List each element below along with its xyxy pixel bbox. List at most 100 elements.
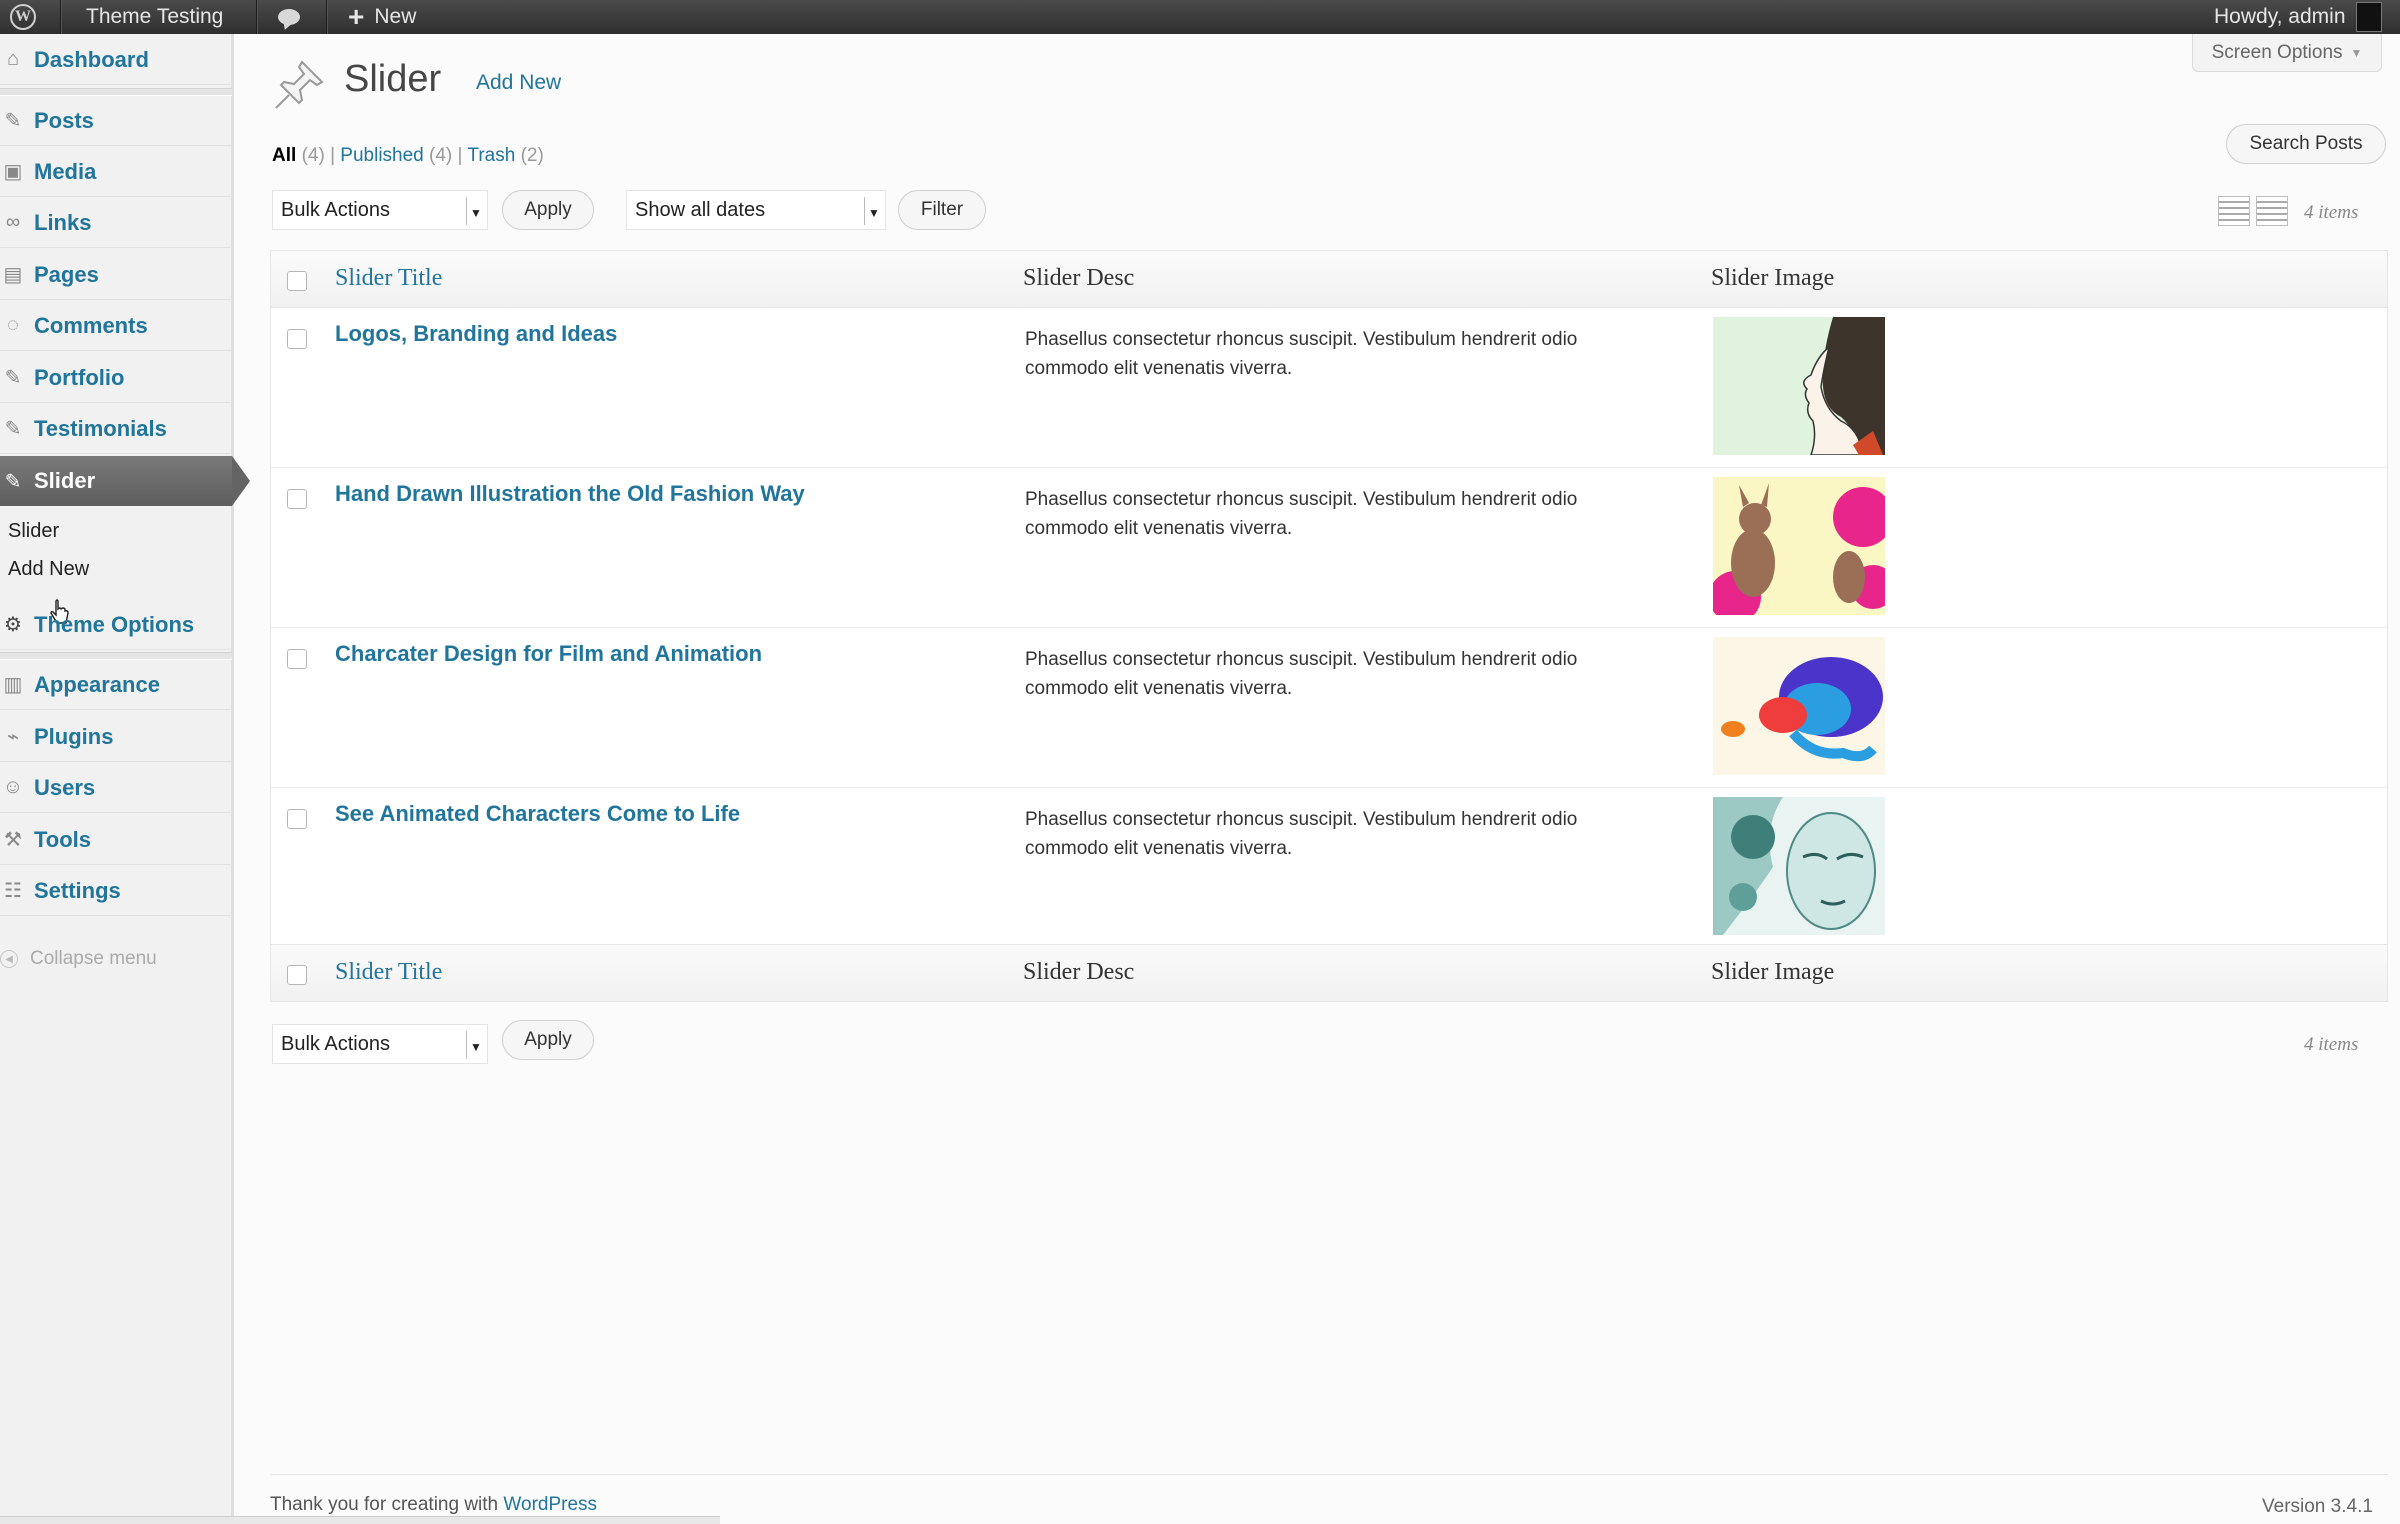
- view-mode-switch: [2218, 196, 2288, 226]
- row-checkbox[interactable]: [287, 489, 307, 509]
- search-posts-button[interactable]: Search Posts: [2226, 124, 2386, 164]
- admin-bar: W Theme Testing + New Howdy, admin: [0, 0, 2400, 34]
- tools-icon: ⚒: [4, 829, 22, 851]
- filter-trash[interactable]: Trash: [467, 145, 515, 166]
- table-row: Charcater Design for Film and Animation …: [271, 627, 2387, 788]
- media-icon: ▣: [3, 161, 23, 183]
- wordpress-logo-button[interactable]: W: [10, 0, 36, 34]
- sidebar-item-dashboard[interactable]: ⌂ Dashboard: [0, 35, 232, 85]
- sidebar-item-label: Users: [34, 774, 96, 800]
- home-icon: ⌂: [6, 48, 20, 70]
- row-checkbox[interactable]: [287, 329, 307, 349]
- filter-separator: |: [457, 145, 463, 166]
- comments-button[interactable]: [278, 0, 300, 34]
- bulk-actions-value: Bulk Actions: [281, 1032, 390, 1055]
- filter-button[interactable]: Filter: [898, 190, 986, 230]
- row-title-link[interactable]: Logos, Branding and Ideas: [335, 321, 617, 347]
- add-new-link[interactable]: Add New: [476, 71, 561, 95]
- chevron-down-icon: ▼: [466, 1031, 485, 1059]
- slider-thumbnail: [1713, 477, 1885, 615]
- collapse-arrow-icon: ◀: [0, 950, 18, 968]
- wordpress-link[interactable]: WordPress: [503, 1494, 597, 1514]
- bulk-actions-select-bottom[interactable]: Bulk Actions ▼: [272, 1024, 488, 1064]
- sidebar-item-tools[interactable]: ⚒ Tools: [0, 815, 232, 865]
- row-title-link[interactable]: See Animated Characters Come to Life: [335, 801, 740, 827]
- items-count: 4 items: [2304, 202, 2359, 223]
- pin-icon: ✎: [4, 470, 22, 493]
- collapse-label: Collapse menu: [30, 948, 157, 969]
- admin-sidebar: ⌂ Dashboard ✎ Posts ▣ Media ∞ Links ▤ Pa…: [0, 34, 250, 1523]
- plus-icon: +: [348, 1, 365, 32]
- column-slider-desc: Slider Desc: [1023, 959, 1135, 985]
- date-filter-select[interactable]: Show all dates ▼: [626, 190, 886, 230]
- table-row: See Animated Characters Come to Life Pha…: [271, 787, 2387, 948]
- page-icon: ▤: [3, 264, 23, 286]
- apply-button[interactable]: Apply: [502, 190, 594, 230]
- submenu-item-add-new[interactable]: Add New: [8, 558, 89, 581]
- settings-icon: ☷: [4, 880, 22, 902]
- chevron-down-icon: ▼: [466, 197, 485, 225]
- row-checkbox[interactable]: [287, 649, 307, 669]
- collapse-menu-button[interactable]: ◀ Collapse menu: [0, 948, 157, 970]
- row-title-link[interactable]: Charcater Design for Film and Animation: [335, 641, 762, 667]
- slider-thumbnail: [1713, 637, 1885, 775]
- sidebar-item-posts[interactable]: ✎ Posts: [0, 96, 232, 146]
- screen-options-button[interactable]: Screen Options ▼: [2192, 34, 2382, 72]
- sidebar-item-pages[interactable]: ▤ Pages: [0, 250, 232, 300]
- sidebar-item-label: Settings: [34, 877, 121, 903]
- slider-thumbnail: [1713, 797, 1885, 935]
- sidebar-item-label: Pages: [34, 261, 99, 287]
- sidebar-item-plugins[interactable]: ⌁ Plugins: [0, 712, 232, 762]
- sidebar-item-label: Posts: [34, 107, 94, 133]
- sidebar-item-portfolio[interactable]: ✎ Portfolio: [0, 353, 232, 403]
- sidebar-item-theme-options[interactable]: ⚙ Theme Options: [0, 600, 232, 650]
- sidebar-item-links[interactable]: ∞ Links: [0, 198, 232, 248]
- sidebar-item-users[interactable]: ☺ Users: [0, 763, 232, 813]
- row-checkbox[interactable]: [287, 809, 307, 829]
- column-slider-title[interactable]: Slider Title: [335, 265, 442, 292]
- table-header: Slider Title Slider Desc Slider Image: [271, 251, 2387, 308]
- sidebar-item-label: Links: [34, 209, 92, 235]
- select-all-checkbox[interactable]: [287, 271, 307, 291]
- excerpt-view-icon[interactable]: [2256, 196, 2288, 226]
- account-menu[interactable]: Howdy, admin: [2214, 0, 2382, 34]
- table-footer: Slider Title Slider Desc Slider Image: [271, 944, 2387, 1001]
- sidebar-item-appearance[interactable]: ▥ Appearance: [0, 660, 232, 710]
- sidebar-item-label: Appearance: [34, 671, 160, 697]
- sidebar-item-label: Slider: [34, 468, 96, 493]
- apply-button-bottom[interactable]: Apply: [502, 1020, 594, 1060]
- sidebar-item-label: Tools: [34, 826, 92, 852]
- row-title-link[interactable]: Hand Drawn Illustration the Old Fashion …: [335, 481, 805, 507]
- chevron-down-icon: ▼: [2350, 45, 2363, 60]
- table-row: Hand Drawn Illustration the Old Fashion …: [271, 467, 2387, 628]
- list-view-icon[interactable]: [2218, 196, 2250, 226]
- sidebar-item-label: Testimonials: [34, 415, 167, 441]
- sidebar-item-label: Comments: [34, 312, 148, 338]
- row-desc: Phasellus consectetur rhoncus suscipit. …: [1025, 809, 1578, 859]
- sidebar-item-label: Media: [34, 158, 97, 184]
- site-name: Theme Testing: [86, 5, 224, 28]
- comment-icon: ◌: [7, 314, 19, 336]
- filter-all[interactable]: All: [272, 145, 296, 166]
- sidebar-item-slider[interactable]: ✎ Slider: [0, 456, 250, 506]
- slider-table: Slider Title Slider Desc Slider Image Lo…: [270, 250, 2388, 1002]
- bulk-actions-select[interactable]: Bulk Actions ▼: [272, 190, 488, 230]
- column-slider-image: Slider Image: [1711, 265, 1835, 291]
- sidebar-item-settings[interactable]: ☷ Settings: [0, 866, 232, 916]
- sidebar-item-media[interactable]: ▣ Media: [0, 147, 232, 197]
- footer-divider: [270, 1474, 2388, 1475]
- site-name-link[interactable]: Theme Testing: [86, 0, 223, 34]
- submenu-item-slider[interactable]: Slider: [8, 520, 59, 543]
- filter-published[interactable]: Published: [340, 145, 423, 166]
- footer-thanks: Thank you for creating with: [270, 1494, 499, 1514]
- pin-icon: ✎: [4, 110, 22, 132]
- select-all-checkbox[interactable]: [287, 965, 307, 985]
- users-icon: ☺: [2, 776, 24, 798]
- filter-trash-count: (2): [520, 145, 544, 166]
- date-filter-value: Show all dates: [635, 198, 766, 221]
- sidebar-item-testimonials[interactable]: ✎ Testimonials: [0, 404, 232, 454]
- sidebar-item-comments[interactable]: ◌ Comments: [0, 301, 232, 351]
- column-slider-title[interactable]: Slider Title: [335, 959, 442, 986]
- avatar: [2355, 2, 2382, 32]
- new-content-button[interactable]: + New: [348, 0, 416, 34]
